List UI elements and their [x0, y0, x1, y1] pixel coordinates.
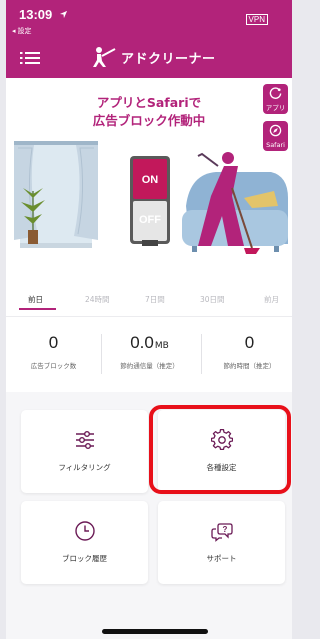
svg-text:?: ? — [222, 525, 227, 534]
hero-illustration: ON OFF — [14, 141, 288, 254]
vpn-badge: VPN — [245, 14, 268, 25]
support-label: サポート — [206, 554, 237, 563]
menu-button[interactable] — [20, 49, 40, 67]
headline-line-2: 広告ブロック作動中 — [92, 113, 206, 128]
app-mode-label: アプリ — [265, 104, 286, 112]
home-indicator — [102, 629, 208, 634]
stat-blocked-ads-label: 広告ブロック数 — [30, 362, 77, 370]
stat-saved-data-value: 0.0 — [130, 333, 154, 352]
cleaner-illustration — [182, 152, 288, 254]
toggle-on-label: ON — [142, 174, 159, 186]
stat-saved-time-value: 0 — [244, 333, 255, 352]
window-illustration — [14, 141, 98, 248]
tab-7-days[interactable]: 7日間 — [145, 294, 165, 305]
stat-saved-data-unit: MB — [154, 341, 169, 351]
block-history-label: ブロック履歴 — [62, 554, 107, 563]
highlight-annotation — [149, 405, 291, 494]
status-bar: 13:09 ◂ 設定 VPN — [6, 0, 292, 37]
stat-saved-data-label: 節約通信量（推定） — [120, 362, 179, 370]
clock-icon — [74, 521, 95, 541]
logo-cleaner-icon — [93, 47, 116, 67]
stat-saved-time: 0 節約時間（推定） — [202, 333, 292, 370]
logo-text: アドクリーナー — [121, 50, 216, 66]
filtering-card[interactable]: フィルタリング — [21, 410, 148, 493]
stat-saved-data: 0.0MB 節約通信量（推定） — [102, 333, 197, 370]
status-hero: アプリとSafariで 広告ブロック作動中 アプリ Safari ON OFF — [6, 78, 292, 283]
tab-24-hours[interactable]: 24時間 — [85, 294, 110, 305]
support-chat-icon: ? — [210, 523, 233, 542]
tab-previous-month[interactable]: 前月 — [264, 294, 279, 305]
status-time: 13:09 — [19, 7, 53, 22]
location-arrow-icon — [59, 10, 68, 19]
stat-blocked-ads-value: 0 — [48, 333, 59, 352]
filtering-label: フィルタリング — [58, 463, 111, 472]
toggle-off-label: OFF — [139, 214, 161, 226]
tab-previous-day[interactable]: 前日 — [28, 294, 43, 305]
app-mode-button[interactable]: アプリ — [263, 84, 288, 114]
period-tabs: 前日 24時間 7日間 30日間 前月 — [6, 283, 292, 316]
tab-30-days[interactable]: 30日間 — [200, 294, 225, 305]
block-history-card[interactable]: ブロック履歴 — [21, 501, 148, 584]
app-logo: アドクリーナー — [91, 46, 216, 68]
stat-saved-time-label: 節約時間（推定） — [223, 362, 276, 370]
app-icon — [269, 87, 282, 99]
stat-blocked-ads: 0 広告ブロック数 — [6, 333, 101, 370]
menu-icon — [20, 52, 40, 64]
protection-status-headline: アプリとSafariで 広告ブロック作動中 — [6, 94, 292, 130]
headline-line-1: アプリとSafariで — [96, 95, 202, 110]
active-tab-indicator — [19, 308, 56, 310]
support-card[interactable]: ? サポート — [158, 501, 285, 584]
ad-block-toggle-illustration: ON OFF — [130, 156, 170, 246]
app-header: アドクリーナー — [6, 37, 292, 78]
back-to-settings-link[interactable]: ◂ 設定 — [12, 26, 31, 36]
sliders-icon — [75, 431, 94, 449]
stats-panel: 0 広告ブロック数 0.0MB 節約通信量（推定） 0 節約時間（推定） — [6, 316, 292, 392]
app-screen: 13:09 ◂ 設定 VPN アドクリーナー アプリとSafariで 広告ブロッ… — [6, 0, 292, 639]
